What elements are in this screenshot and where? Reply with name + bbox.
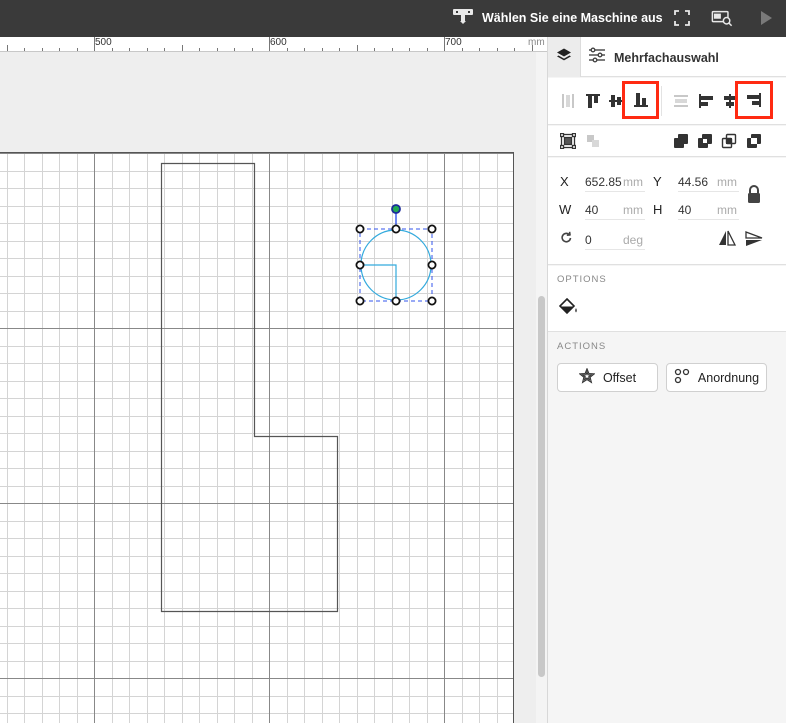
subtract-icon[interactable]: [694, 130, 716, 152]
panel-header: Mehrfachauswahl: [548, 37, 786, 77]
app-window: Wählen Sie eine Maschine aus 500 600 700…: [0, 0, 786, 723]
w-value: 40: [585, 203, 599, 217]
h-unit: mm: [717, 203, 737, 217]
offset-label: Offset: [602, 370, 637, 385]
canvas-vertical-scrollbar[interactable]: [536, 52, 547, 723]
sliders-icon: [588, 47, 606, 68]
resize-handle-top-left[interactable]: [355, 224, 365, 234]
resize-handle-bottom[interactable]: [391, 296, 401, 306]
arrange-button[interactable]: Anordnung: [666, 363, 767, 392]
align-toolbar: [548, 78, 786, 125]
rotation-field[interactable]: 0 deg: [585, 230, 645, 250]
layers-icon: [556, 47, 572, 68]
w-unit: mm: [623, 203, 643, 217]
align-divider: [661, 86, 662, 116]
arrange-label: Anordnung: [697, 370, 760, 385]
offset-star-icon: [578, 367, 596, 387]
options-section: OPTIONS: [548, 266, 786, 332]
top-toolbar: Wählen Sie eine Maschine aus: [0, 0, 786, 37]
resize-handle-bottom-left[interactable]: [355, 296, 365, 306]
x-field[interactable]: 652.85 mm: [585, 172, 645, 192]
h-value: 40: [678, 203, 692, 217]
w-field[interactable]: 40 mm: [585, 200, 645, 220]
y-field[interactable]: 44.56 mm: [678, 172, 739, 192]
weld-icon[interactable]: [670, 130, 692, 152]
resize-handle-bottom-right[interactable]: [427, 296, 437, 306]
horizontal-ruler: 500 600 700 mm: [0, 37, 547, 52]
lock-icon[interactable]: [746, 184, 762, 209]
group-icon[interactable]: [557, 130, 579, 152]
options-title: OPTIONS: [557, 274, 607, 285]
machine-icon: [452, 7, 474, 30]
design-canvas[interactable]: [0, 52, 536, 723]
ruler-label-600: 600: [270, 37, 287, 48]
offset-button[interactable]: Offset: [557, 363, 658, 392]
rotation-handle[interactable]: [391, 204, 401, 214]
ruler-unit-label: mm: [528, 37, 545, 48]
ruler-label-700: 700: [445, 37, 462, 48]
arrange-icon: [674, 368, 690, 387]
intersect-icon[interactable]: [718, 130, 740, 152]
camera-preview-icon[interactable]: [711, 8, 733, 28]
align-horizontal-distribute-icon[interactable]: [670, 90, 692, 112]
actions-title: ACTIONS: [557, 341, 607, 352]
resize-handle-top-right[interactable]: [427, 224, 437, 234]
y-unit: mm: [717, 175, 737, 189]
play-icon[interactable]: [755, 8, 777, 28]
transform-section: X 652.85 mm Y 44.56 mm W 40 mm H 40 mm 0…: [548, 158, 786, 265]
exclude-icon[interactable]: [743, 130, 765, 152]
ruler-label-500: 500: [95, 37, 112, 48]
resize-handle-right[interactable]: [427, 260, 437, 270]
rotation-unit: deg: [622, 233, 643, 247]
properties-panel: Mehrfachauswahl X 652.85 mm Y 44.56 mm W…: [547, 37, 786, 723]
machine-select-button[interactable]: Wählen Sie eine Maschine aus: [452, 8, 663, 28]
resize-handle-left[interactable]: [355, 260, 365, 270]
w-label: W: [559, 202, 572, 217]
x-value: 652.85: [585, 175, 622, 189]
align-vertical-distribute-icon[interactable]: [557, 90, 579, 112]
layers-tab[interactable]: [548, 37, 581, 77]
boolean-toolbar: [548, 126, 786, 157]
rotate-icon: [560, 231, 573, 249]
fullscreen-icon[interactable]: [671, 8, 693, 28]
align-left-icon[interactable]: [695, 90, 717, 112]
work-area: [0, 152, 513, 723]
y-value: 44.56: [678, 175, 709, 189]
actions-section: ACTIONS Offset Anordnung: [548, 333, 786, 723]
panel-title-area: Mehrfachauswahl: [588, 47, 719, 68]
fill-bucket-icon[interactable]: [558, 297, 579, 321]
resize-handle-top[interactable]: [391, 224, 401, 234]
flip-vertical-icon[interactable]: [745, 231, 763, 252]
align-bottom-icon[interactable]: [622, 81, 659, 119]
x-label: X: [560, 174, 569, 189]
rotation-value: 0: [585, 233, 592, 247]
align-right-icon[interactable]: [735, 81, 773, 119]
align-vertical-center-icon[interactable]: [605, 90, 627, 112]
align-top-icon[interactable]: [582, 90, 604, 112]
x-unit: mm: [623, 175, 643, 189]
y-label: Y: [653, 174, 662, 189]
h-label: H: [653, 202, 663, 217]
panel-title: Mehrfachauswahl: [614, 50, 719, 65]
scrollbar-thumb[interactable]: [538, 296, 545, 677]
ungroup-icon[interactable]: [582, 130, 604, 152]
machine-select-label: Wählen Sie eine Maschine aus: [482, 11, 663, 25]
h-field[interactable]: 40 mm: [678, 200, 739, 220]
flip-horizontal-icon[interactable]: [718, 230, 737, 251]
